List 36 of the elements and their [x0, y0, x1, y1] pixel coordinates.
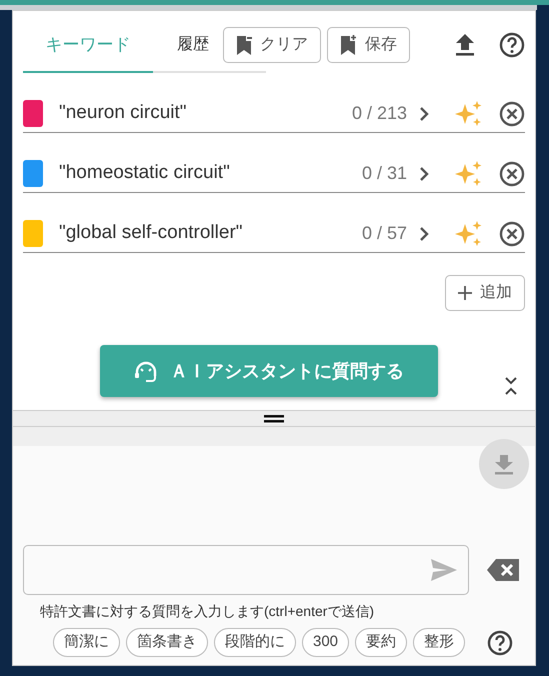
- add-button[interactable]: 追加: [445, 275, 525, 311]
- prompt-chip[interactable]: 段階的に: [214, 628, 296, 657]
- drag-handle-icon[interactable]: [264, 414, 284, 422]
- expand-collapse-icon[interactable]: [503, 375, 519, 397]
- clear-button[interactable]: クリア: [223, 27, 321, 63]
- assistant-icon: [134, 360, 158, 382]
- remove-icon[interactable]: [499, 220, 525, 246]
- prompt-chip[interactable]: 箇条書き: [126, 628, 208, 657]
- chevron-right-icon[interactable]: [419, 226, 429, 242]
- match-count: 0 / 57: [362, 222, 407, 245]
- help-icon[interactable]: [487, 630, 514, 656]
- remove-icon[interactable]: [499, 100, 525, 126]
- prompt-chip[interactable]: 300: [302, 628, 350, 657]
- keyword-text: "homeostatic circuit": [59, 161, 231, 186]
- bookmark-icon: [236, 35, 252, 55]
- bookmark-add-icon: [340, 35, 357, 55]
- help-icon[interactable]: [499, 32, 525, 58]
- keyword-text: "neuron circuit": [59, 101, 188, 126]
- chevron-right-icon[interactable]: [419, 106, 429, 122]
- upload-icon[interactable]: [455, 34, 475, 56]
- remove-icon[interactable]: [499, 160, 525, 186]
- prompt-chip[interactable]: 要約: [355, 628, 408, 657]
- backspace-icon[interactable]: [487, 559, 519, 581]
- match-count: 0 / 213: [352, 102, 407, 125]
- save-button[interactable]: 保存: [327, 27, 410, 63]
- match-count: 0 / 31: [362, 162, 407, 185]
- chevron-right-icon[interactable]: [419, 166, 429, 182]
- question-field[interactable]: [23, 545, 469, 595]
- hint-text: 特許文書に対する質問を入力します(ctrl+enterで送信): [40, 602, 376, 621]
- prompt-chip[interactable]: 簡潔に: [53, 628, 120, 657]
- prompt-chip[interactable]: 整形: [413, 628, 466, 657]
- scroll-down-button[interactable]: [479, 439, 529, 489]
- keyword-text: "global self-controller": [59, 221, 244, 246]
- tab[interactable]: 履歴: [153, 33, 217, 57]
- plus-icon: [458, 286, 472, 300]
- download-icon: [493, 453, 515, 475]
